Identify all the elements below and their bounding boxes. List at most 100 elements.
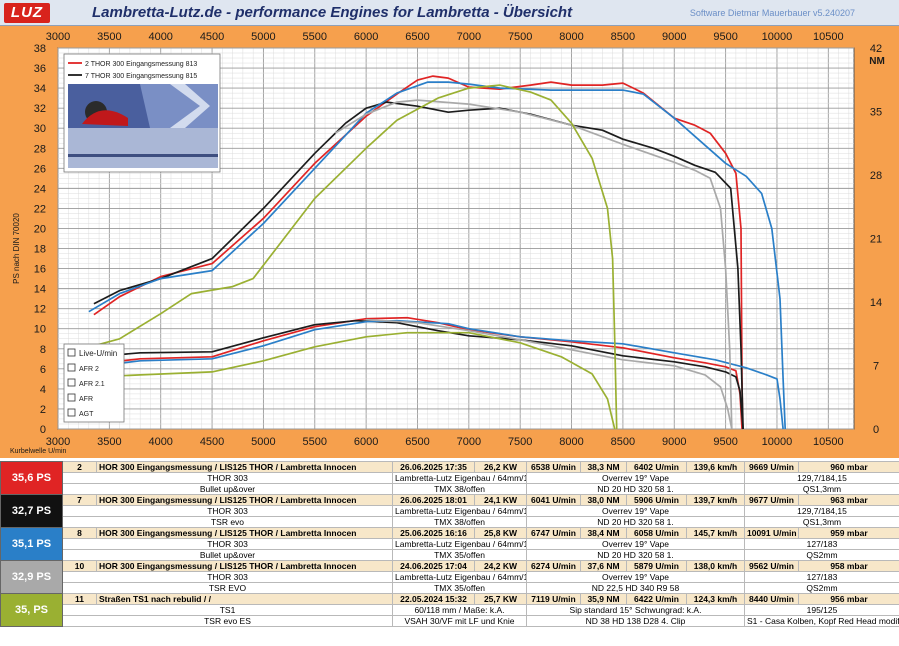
x-tick-label-bottom: 7500 [508, 436, 532, 448]
run-detail-cell: THOR 303 [62, 472, 393, 484]
run-nm: 38,3 NM [580, 461, 627, 473]
run-detail-cell: Overrev 19° Vape [526, 505, 745, 517]
y-tick-label-left: 30 [34, 123, 46, 135]
x-tick-label-bottom: 3000 [46, 436, 70, 448]
run-detail-cell: THOR 303 [62, 505, 393, 517]
run-kmh: 139,6 km/h [686, 461, 745, 473]
page-title: Lambretta-Lutz.de - performance Engines … [92, 4, 573, 21]
x-tick-label-top: 3000 [46, 31, 70, 43]
run-row[interactable]: 32,7 PS 7 HOR 300 Eingangsmessung / LIS125… [0, 494, 899, 528]
run-nm: 37,6 NM [580, 560, 627, 572]
y-tick-label-left: 26 [34, 163, 46, 175]
y-tick-label-left: 2 [40, 404, 46, 416]
run-detail-cell: TSR EVO [62, 582, 393, 594]
checkbox-agt[interactable] [67, 408, 76, 417]
run-kw-rpm: 6041 U/min [526, 494, 581, 506]
run-kw-rpm: 7119 U/min [526, 593, 581, 605]
run-detail-cell: QS2mm [744, 582, 899, 594]
logo-stripe [68, 154, 218, 157]
x-tick-label-bottom: 6000 [354, 436, 378, 448]
run-detail-cell: Lambretta-Lutz Eigenbau / 64mm/125mm [392, 571, 527, 583]
run-detail-cell: ND 22,5 HD 340 R9 58 [526, 582, 745, 594]
runs-table: 35,6 PS 2 HOR 300 Eingangsmessung / LIS125… [0, 461, 899, 627]
legend-entry-run-7: 7 THOR 300 Eingangsmessung 815 [85, 73, 197, 80]
x-tick-label-bottom: 7000 [457, 436, 481, 448]
run-detail-cell: THOR 303 [62, 538, 393, 550]
x-tick-label-top: 8500 [611, 31, 635, 43]
run-mbar: 960 mbar [798, 461, 899, 473]
run-detail-cell: ND 20 HD 320 58 1. [526, 483, 745, 495]
checkbox-afr-2-1[interactable] [67, 378, 76, 387]
brand-logo[interactable]: LUZ [4, 3, 50, 23]
run-detail-cell: Lambretta-Lutz Eigenbau / 64mm/125mm [392, 505, 527, 517]
run-name: Straßen TS1 nach rebulid / / [96, 593, 393, 605]
run-date: 26.06.2025 18:01 [392, 494, 475, 506]
checkbox-afr[interactable] [67, 393, 76, 402]
run-detail-row-2: TSR EVO TMX 35/offen ND 22,5 HD 340 R9 58 Q… [1, 582, 899, 594]
y-tick-label-left: 0 [40, 424, 46, 436]
run-detail-cell: TSR evo [62, 516, 393, 528]
checkbox-label-agt: AGT [79, 411, 94, 418]
run-kmh-rpm: 9677 U/min [744, 494, 799, 506]
run-number: 11 [62, 593, 97, 605]
run-detail-cell: TMX 38/offen [392, 483, 527, 495]
run-detail-row-2: Bullet up&over TMX 35/offen ND 20 HD 320 5… [1, 549, 899, 561]
x-tick-label-top: 9500 [713, 31, 737, 43]
checkbox-label-afr-2-1: AFR 2.1 [79, 381, 105, 388]
x-tick-label-bottom: 4500 [200, 436, 224, 448]
run-detail-cell: 60/118 mm / Maße: k.A. [392, 604, 527, 616]
y-tick-label-right: 0 [873, 424, 879, 436]
run-mbar: 958 mbar [798, 560, 899, 572]
y-tick-label-left: 4 [40, 384, 46, 396]
y-tick-label-right: 21 [870, 234, 882, 246]
y-tick-label-right: 35 [870, 107, 882, 119]
run-row[interactable]: 35,6 PS 2 HOR 300 Eingangsmessung / LIS125… [0, 461, 899, 495]
run-detail-cell: QS1,3mm [744, 483, 899, 495]
x-tick-label-bottom: 10500 [813, 436, 844, 448]
y-tick-label-left: 12 [34, 304, 46, 316]
x-tick-label-top: 5500 [303, 31, 327, 43]
run-kw: 26,2 KW [474, 461, 527, 473]
run-nm-rpm: 5879 U/min [626, 560, 687, 572]
y-tick-label-left: 32 [34, 103, 46, 115]
x-tick-label-top: 4500 [200, 31, 224, 43]
run-detail-cell: 129,7/184,15 [744, 472, 899, 484]
software-version: Software Dietmar Mauerbauer v5.240207 [689, 8, 855, 18]
x-tick-label-top: 4000 [148, 31, 172, 43]
checkbox-afr-2[interactable] [67, 363, 76, 372]
run-detail-cell: ND 20 HD 320 58 1. [526, 549, 745, 561]
checkbox-live-u-min[interactable] [67, 348, 76, 357]
run-kw: 24,1 KW [474, 494, 527, 506]
run-number: 2 [62, 461, 97, 473]
run-row[interactable]: 35,1 PS 8 HOR 300 Eingangsmessung / LIS125… [0, 527, 899, 561]
run-name: HOR 300 Eingangsmessung / LIS125 THOR / … [96, 560, 393, 572]
run-row[interactable]: 35, PS 11 Straßen TS1 nach rebulid / /22.0… [0, 593, 899, 627]
run-kmh: 124,3 km/h [686, 593, 745, 605]
y-tick-label-left: 6 [40, 364, 46, 376]
run-number: 7 [62, 494, 97, 506]
run-mbar: 956 mbar [798, 593, 899, 605]
dyno-overview: LUZ Lambretta-Lutz.de - performance Engi… [0, 0, 899, 646]
run-row[interactable]: 32,9 PS 10 HOR 300 Eingangsmessung / LIS12… [0, 560, 899, 594]
y-tick-label-left: 28 [34, 143, 46, 155]
run-ps-badge: 35,6 PS [0, 461, 63, 495]
x-tick-label-top: 7500 [508, 31, 532, 43]
y-tick-label-right: 42 [870, 43, 882, 55]
x-tick-label-top: 6000 [354, 31, 378, 43]
run-detail-cell: TS1 [62, 604, 393, 616]
x-tick-label-bottom: 5500 [303, 436, 327, 448]
run-date: 24.06.2025 17:04 [392, 560, 475, 572]
run-number: 10 [62, 560, 97, 572]
x-tick-label-bottom: 8500 [611, 436, 635, 448]
run-detail-cell: 129,7/184,15 [744, 505, 899, 517]
run-detail-cell: QS1,3mm [744, 516, 899, 528]
run-kw: 25,8 KW [474, 527, 527, 539]
run-kmh-rpm: 9669 U/min [744, 461, 799, 473]
run-nm-rpm: 6402 U/min [626, 461, 687, 473]
x-tick-label-top: 8000 [559, 31, 583, 43]
run-detail-row-1: TS1 60/118 mm / Maße: k.A. Sip standard 15… [1, 604, 899, 616]
run-detail-row-1: THOR 303Lambretta-Lutz Eigenbau / 64mm/1… [1, 505, 899, 517]
x-axis-label: Kurbelwelle U/min [10, 448, 67, 455]
y-tick-label-left: 16 [34, 264, 46, 276]
y-tick-label-left: 34 [34, 83, 46, 95]
